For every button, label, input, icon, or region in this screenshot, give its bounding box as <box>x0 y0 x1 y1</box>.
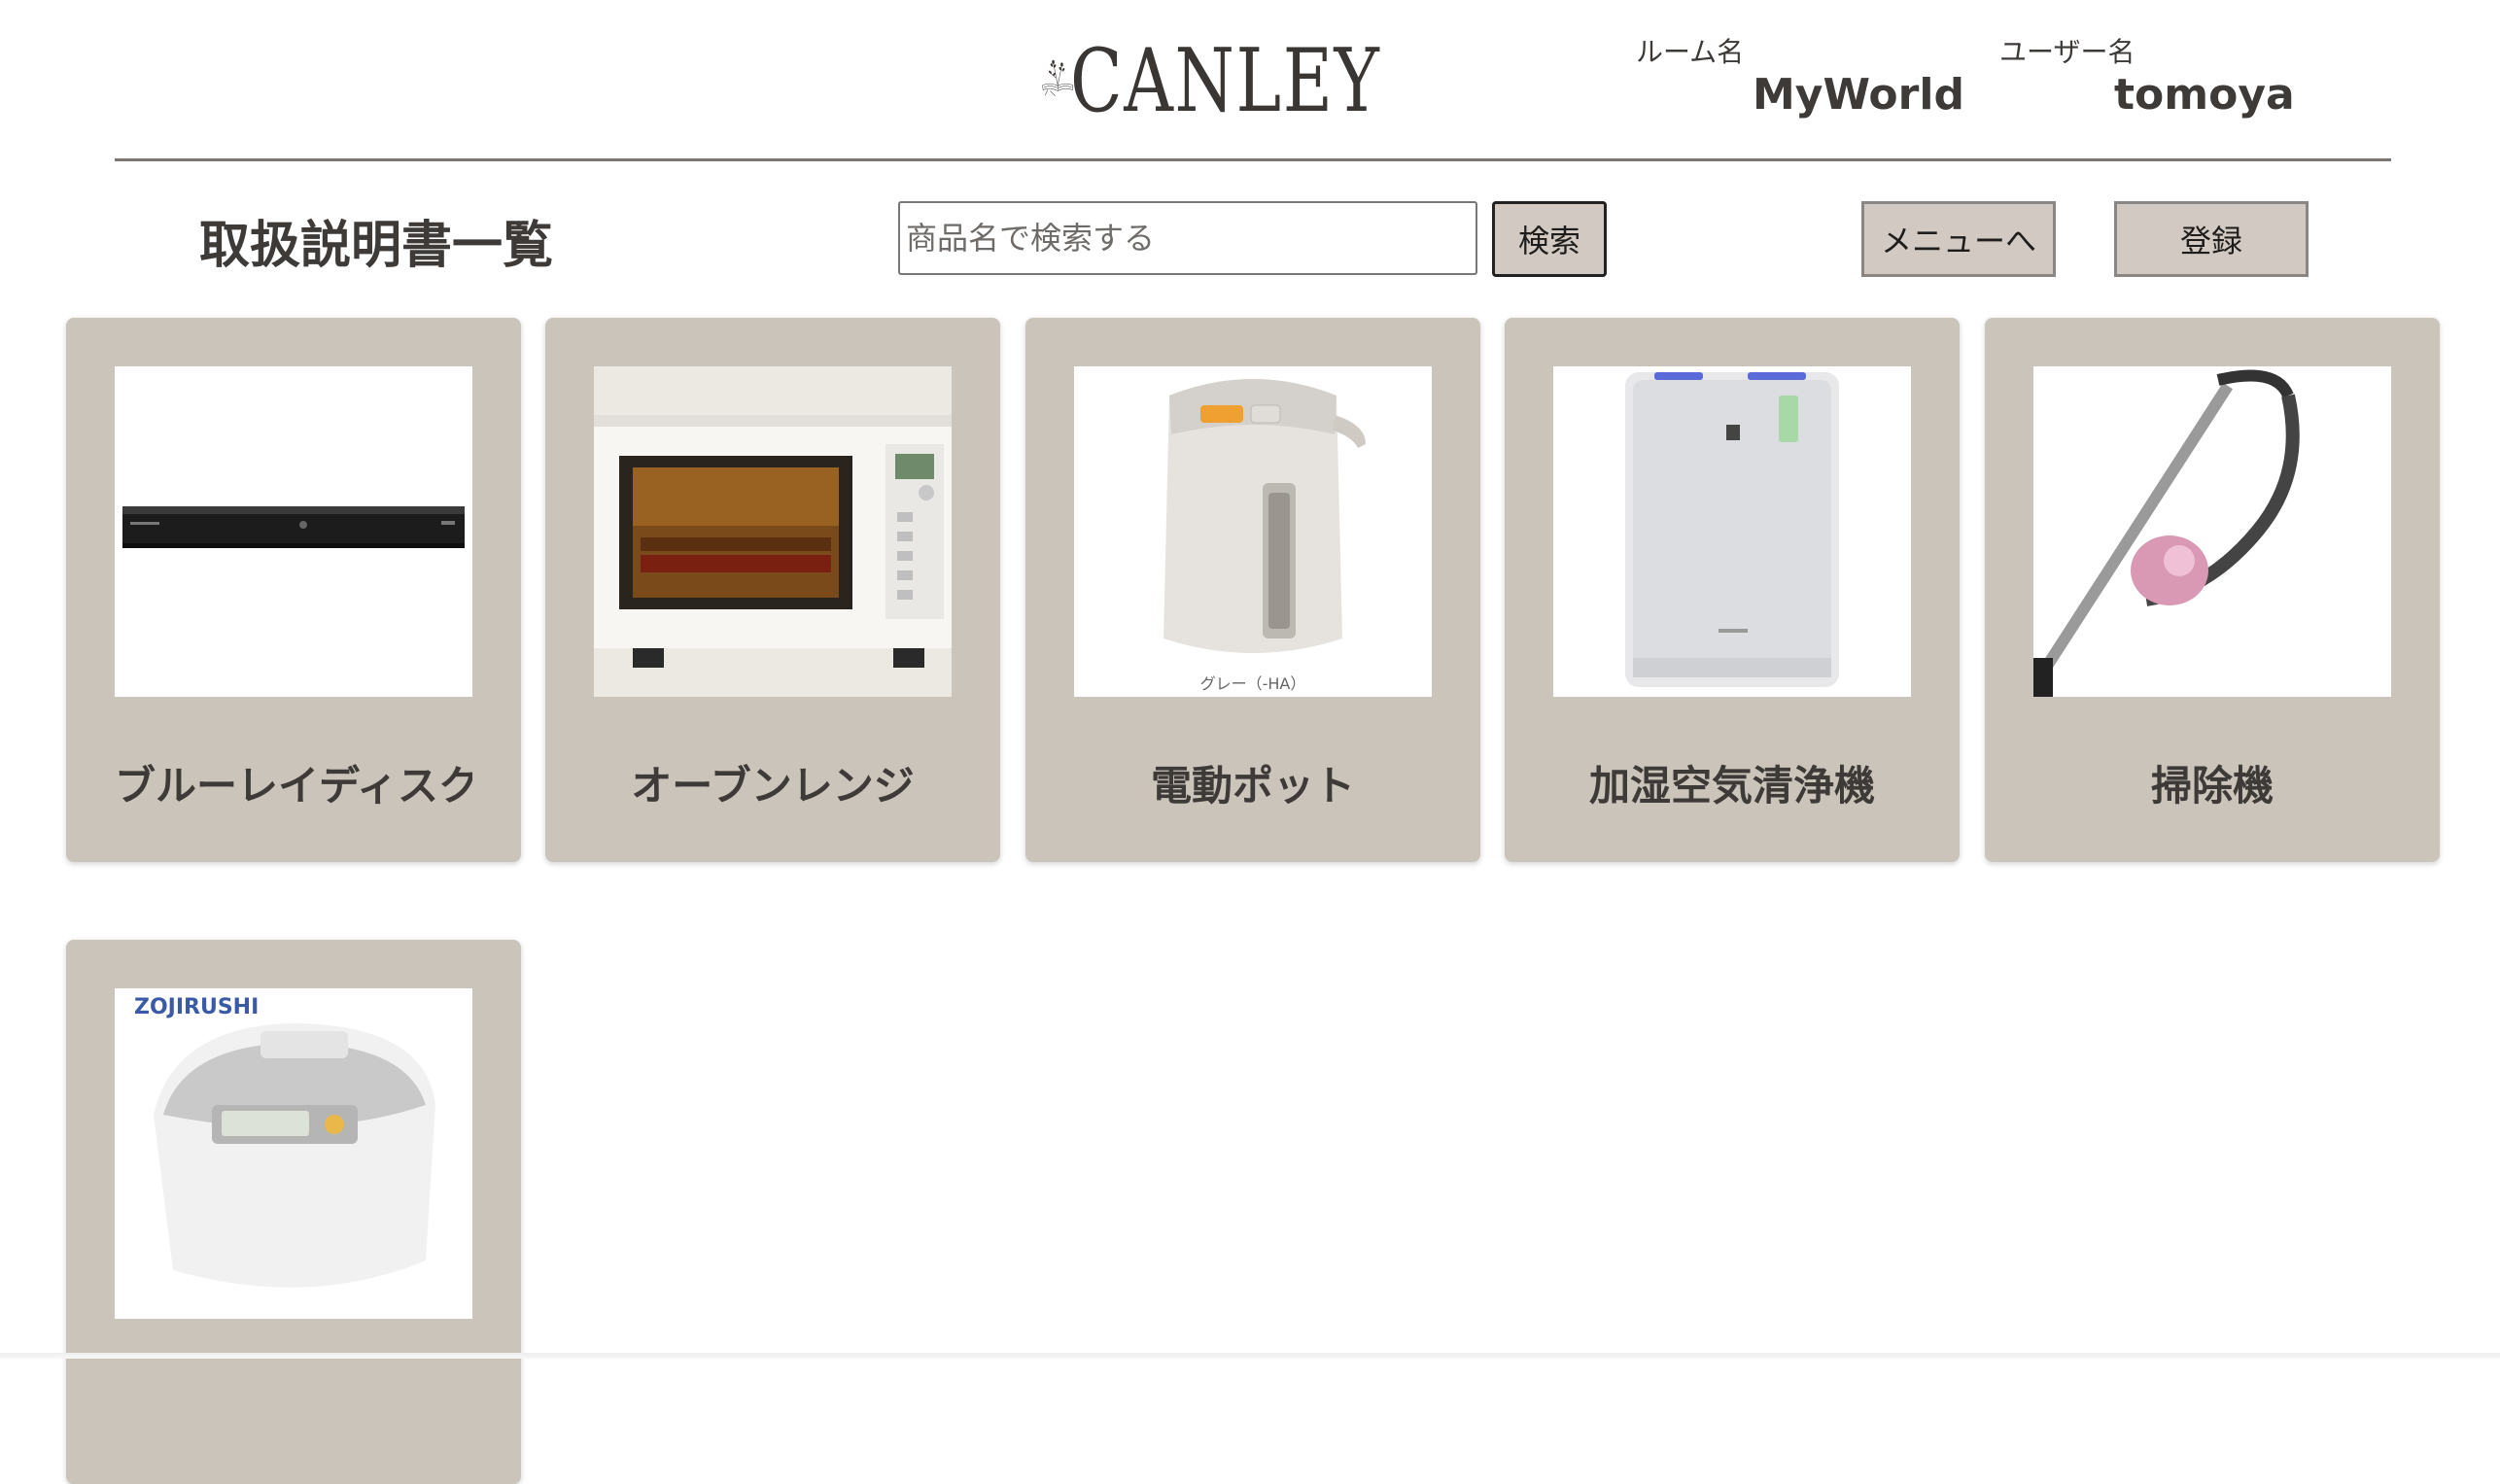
room-name-value: MyWorld <box>1753 70 1964 120</box>
product-card-oven-range[interactable]: オーブンレンジ <box>545 318 1000 862</box>
product-name: 加湿空気清浄機 <box>1588 762 1875 810</box>
register-button[interactable]: 登録 <box>2114 201 2309 277</box>
oven-range-image <box>594 366 952 697</box>
header-divider <box>115 158 2391 161</box>
electric-pot-image: グレー（-HA） <box>1074 366 1432 697</box>
product-card-air-purifier[interactable]: 加湿空気清浄機 <box>1505 318 1960 862</box>
product-name: 掃除機 <box>2150 762 2274 810</box>
product-name: 電動ポット <box>1150 762 1355 810</box>
menu-button[interactable]: メニューへ <box>1861 201 2056 277</box>
product-card-blu-ray-recorder[interactable]: ブルーレイディスクレコーダー <box>66 318 521 862</box>
product-card-vacuum-cleaner[interactable]: 掃除機 <box>1985 318 2440 862</box>
page-title: 取扱説明書一覧 <box>199 217 554 275</box>
user-name-label: ユーザー名 <box>1999 36 2135 68</box>
search-button[interactable]: 検索 <box>1492 201 1607 277</box>
room-name-label: ルーム名 <box>1636 36 1745 68</box>
canley-logo[interactable]: CANLEY <box>1040 0 1468 155</box>
rice-cooker-image: ZOJIRUSHI <box>115 988 472 1319</box>
product-name: オーブンレンジ <box>631 762 915 810</box>
pot-image-caption: グレー（-HA） <box>1200 674 1306 693</box>
rice-cooker-brand: ZOJIRUSHI <box>134 995 259 1019</box>
product-card-rice-cooker[interactable]: ZOJIRUSHI <box>66 940 521 1484</box>
humidifier-air-purifier-image <box>1553 366 1911 697</box>
search-input[interactable] <box>898 201 1477 275</box>
product-name: ブルーレイディスクレコーダー <box>115 762 472 810</box>
logo-text: CANLEY <box>1069 29 1380 132</box>
window-bottom-edge <box>0 1353 2500 1359</box>
product-card-electric-pot[interactable]: グレー（-HA） 電動ポット <box>1025 318 1480 862</box>
vacuum-cleaner-image <box>2033 366 2391 697</box>
user-name-value: tomoya <box>2114 70 2295 120</box>
blu-ray-recorder-image <box>115 366 472 697</box>
